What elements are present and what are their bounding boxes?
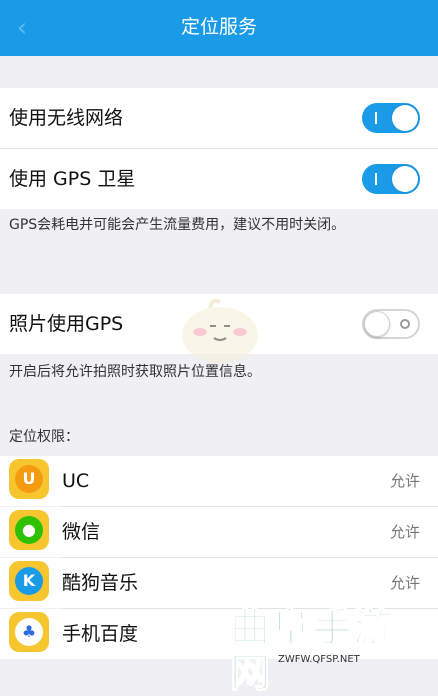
- setting-row-wifi: 使用无线网络: [0, 88, 438, 148]
- top-bar: ‹ 定位服务: [0, 0, 438, 56]
- setting-label-photo-gps: 照片使用GPS: [9, 313, 124, 335]
- mascot-watermark-icon: [182, 298, 258, 363]
- app-row-kugou[interactable]: K 酷狗音乐 允许: [0, 558, 438, 608]
- toggle-off-mark-icon: [400, 319, 410, 329]
- site-watermark-url: ZWFW.QFSP.NET: [278, 654, 360, 665]
- app-name: 微信: [62, 521, 101, 543]
- toggle-gps[interactable]: [362, 164, 420, 194]
- app-name: 手机百度: [62, 623, 139, 645]
- setting-label-gps: 使用 GPS 卫星: [9, 168, 136, 190]
- toggle-photo-gps[interactable]: [362, 309, 420, 339]
- app-row-wechat[interactable]: ● 微信 允许: [0, 507, 438, 557]
- toggle-knob: [392, 166, 418, 192]
- app-permission: 允许: [389, 523, 420, 541]
- kugou-icon: K: [9, 561, 49, 601]
- app-name: UC: [62, 470, 90, 492]
- toggle-wifi[interactable]: [362, 103, 420, 133]
- toggle-knob: [364, 311, 390, 337]
- toggle-knob: [392, 105, 418, 131]
- wechat-icon: ●: [9, 510, 49, 550]
- uc-browser-icon: U: [9, 459, 49, 499]
- setting-label-wifi: 使用无线网络: [9, 107, 124, 129]
- app-permission: 允许: [389, 574, 420, 592]
- setting-row-gps: 使用 GPS 卫星: [0, 149, 438, 209]
- app-permission: 允许: [389, 472, 420, 490]
- page-title: 定位服务: [180, 16, 257, 38]
- toggle-on-mark-icon: [375, 173, 377, 185]
- baidu-icon: ♣: [9, 612, 49, 652]
- gps-note: GPS会耗电并可能会产生流量费用，建议不用时关闭。: [9, 217, 346, 233]
- permissions-section-title: 定位权限：: [9, 429, 79, 445]
- app-name: 酷狗音乐: [62, 572, 139, 594]
- site-watermark: 曲阜手游网: [229, 605, 394, 696]
- toggle-on-mark-icon: [375, 112, 377, 124]
- app-row-uc[interactable]: U UC 允许: [0, 456, 438, 506]
